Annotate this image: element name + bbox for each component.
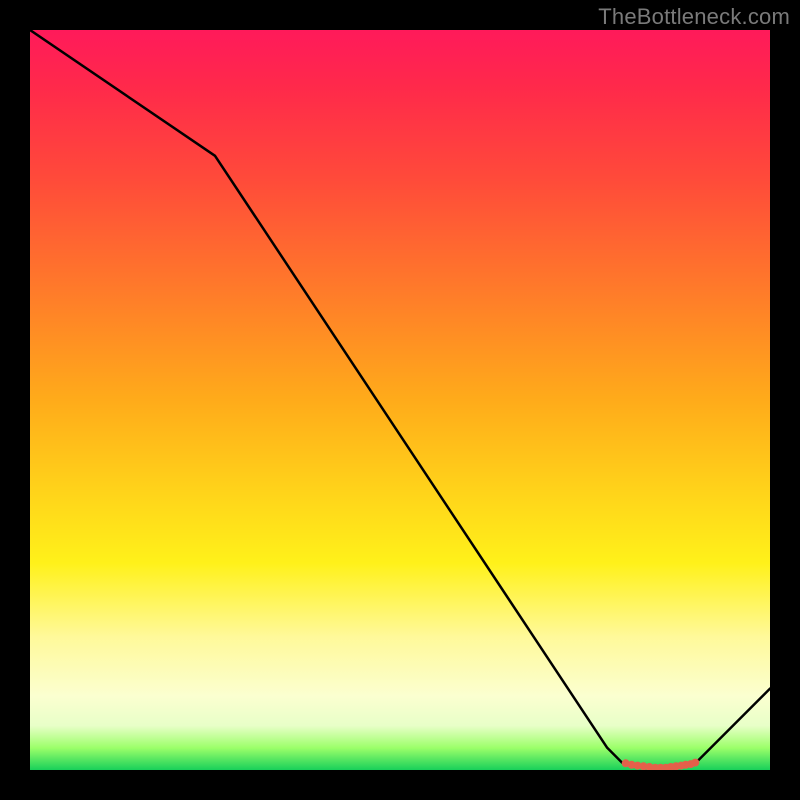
plot-area — [30, 30, 770, 770]
sweet-spot-markers — [622, 759, 700, 770]
sweet-spot-dot — [691, 759, 699, 767]
watermark-text: TheBottleneck.com — [598, 4, 790, 30]
chart-stage: TheBottleneck.com — [0, 0, 800, 800]
bottleneck-curve-path — [30, 30, 770, 768]
chart-overlay-svg — [30, 30, 770, 770]
